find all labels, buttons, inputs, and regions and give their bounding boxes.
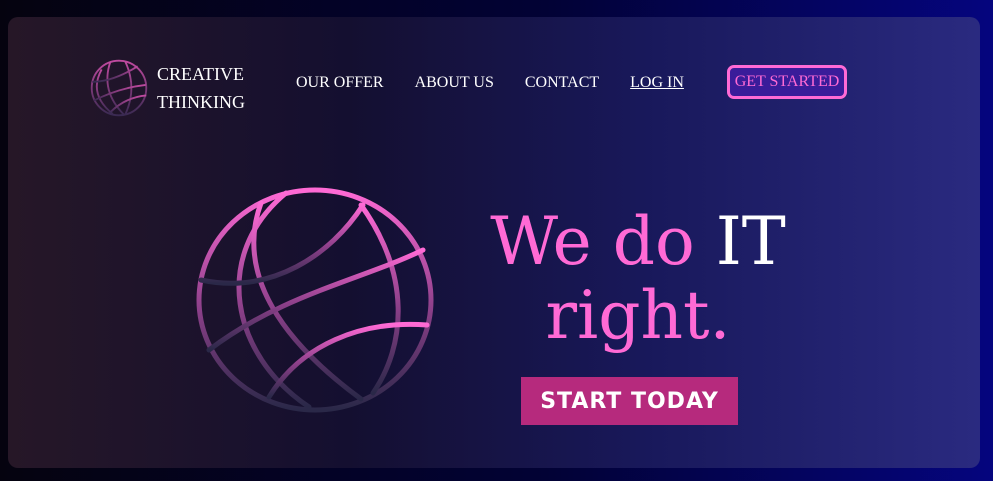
headline-text-part1: We do <box>490 203 716 280</box>
headline-accent: IT <box>715 203 786 280</box>
get-started-button[interactable]: GET STARTED <box>727 65 847 99</box>
brand-name-line2: THINKING <box>157 92 245 112</box>
nav-log-in[interactable]: LOG IN <box>630 74 684 92</box>
hero-headline: We do IT right. <box>468 205 808 353</box>
headline-line2: right. <box>545 277 731 354</box>
nav-our-offer[interactable]: OUR OFFER <box>296 74 384 92</box>
brand-name-line1: CREATIVE <box>157 64 244 84</box>
main-nav: OUR OFFER ABOUT US CONTACT LOG IN <box>296 74 716 92</box>
nav-about-us[interactable]: ABOUT US <box>415 74 494 92</box>
start-today-button[interactable]: START TODAY <box>521 377 738 425</box>
brand-logo[interactable]: CREATIVE THINKING <box>88 57 267 119</box>
headline-line1: We do IT <box>468 205 808 279</box>
globe-icon <box>90 59 148 117</box>
hero-card: CREATIVE THINKING OUR OFFER ABOUT US CON… <box>8 17 980 468</box>
globe-icon <box>196 187 434 413</box>
nav-contact[interactable]: CONTACT <box>525 74 599 92</box>
